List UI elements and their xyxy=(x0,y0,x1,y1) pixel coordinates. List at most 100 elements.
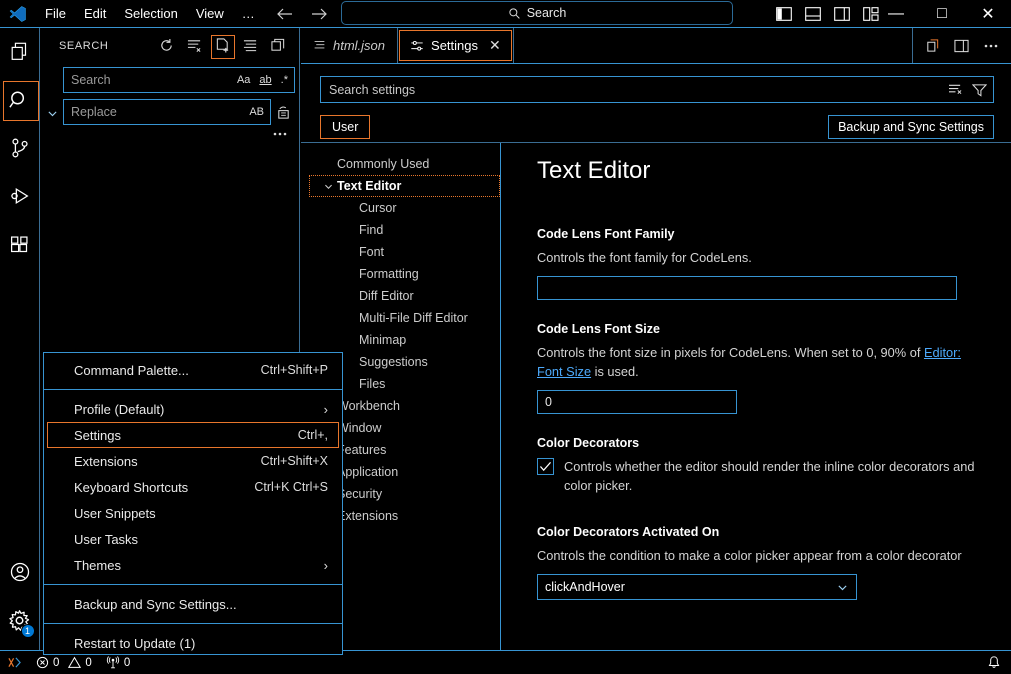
activitybar-item-run-and-debug[interactable] xyxy=(0,172,40,220)
menu-item-keyboard-shortcuts[interactable]: Keyboard Shortcuts Ctrl+K Ctrl+S xyxy=(44,474,342,500)
layout-controls xyxy=(776,0,879,28)
ellipsis-icon[interactable] xyxy=(268,131,292,137)
toc-item-commonly-used[interactable]: Commonly Used xyxy=(301,153,500,175)
filter-icon[interactable] xyxy=(972,83,987,97)
toggle-replace-button[interactable] xyxy=(41,67,63,137)
arrow-left-icon[interactable] xyxy=(276,7,296,21)
menu-item-user-tasks[interactable]: User Tasks xyxy=(44,526,342,552)
menu-item-user-snippets[interactable]: User Snippets xyxy=(44,500,342,526)
tab-settings[interactable]: Settings ✕ xyxy=(398,28,514,63)
settings-search-placeholder: Search settings xyxy=(329,82,416,97)
command-center-label: Search xyxy=(526,6,567,20)
menu-item-label: Settings xyxy=(74,427,121,443)
replace-all-icon[interactable] xyxy=(271,105,295,120)
toc-item-minimap[interactable]: Minimap xyxy=(301,329,500,351)
menu-item-profile[interactable]: Profile (Default) › xyxy=(44,396,342,422)
tab-label: html.json xyxy=(333,38,386,53)
minimize-button[interactable]: — xyxy=(873,0,919,28)
menu-more[interactable]: … xyxy=(233,0,264,28)
toc-item-find[interactable]: Find xyxy=(301,219,500,241)
color-decorators-checkbox-row: Controls whether the editor should rende… xyxy=(537,457,985,495)
menu-item-backup-and-sync-settings[interactable]: Backup and Sync Settings... xyxy=(44,591,342,617)
menu-item-settings[interactable]: Settings Ctrl+, xyxy=(44,422,342,448)
code-lens-font-family-input[interactable] xyxy=(537,276,957,300)
color-decorators-checkbox[interactable] xyxy=(537,458,554,475)
menu-item-keybinding: Ctrl+K Ctrl+S xyxy=(254,480,328,494)
toc-label: Minimap xyxy=(359,333,407,347)
sidebar-title: SEARCH xyxy=(59,39,109,52)
menu-item-command-palette[interactable]: Command Palette... Ctrl+Shift+P xyxy=(44,357,342,383)
chevron-right-icon: › xyxy=(323,557,328,573)
toggle-panel-icon[interactable] xyxy=(805,7,821,21)
clear-all-icon[interactable] xyxy=(185,37,203,55)
manage-badge: 1 xyxy=(20,624,35,638)
settings-scope-tab-user[interactable]: User xyxy=(320,114,371,139)
sidebar-header: SEARCH xyxy=(41,28,299,63)
arrow-right-icon[interactable] xyxy=(310,7,330,21)
toggle-primary-sidebar-icon[interactable] xyxy=(776,7,792,21)
use-regex-icon[interactable]: .* xyxy=(279,74,290,87)
toc-item-multi-file-diff-editor[interactable]: Multi-File Diff Editor xyxy=(301,307,500,329)
preserve-case-icon[interactable]: AB xyxy=(247,106,266,119)
match-case-icon[interactable]: Aa xyxy=(235,74,252,87)
menu-item-themes[interactable]: Themes › xyxy=(44,552,342,578)
menu-file[interactable]: File xyxy=(36,0,75,28)
ellipsis-icon[interactable] xyxy=(983,43,999,49)
code-lens-font-size-input[interactable]: 0 xyxy=(537,390,737,414)
menu-item-restart-to-update[interactable]: Restart to Update (1) xyxy=(44,630,342,656)
toc-item-cursor[interactable]: Cursor xyxy=(301,197,500,219)
bell-icon[interactable] xyxy=(987,655,1001,670)
menu-view[interactable]: View xyxy=(187,0,233,28)
settings-search-input[interactable]: Search settings xyxy=(320,76,994,103)
setting-title: Color Decorators Activated On xyxy=(537,525,720,539)
activitybar-item-search[interactable] xyxy=(0,76,40,124)
remote-window-button[interactable] xyxy=(0,651,29,674)
split-editor-icon[interactable] xyxy=(925,38,940,53)
tab-html-json[interactable]: html.json xyxy=(301,28,399,63)
close-button[interactable]: ✕ xyxy=(965,0,1011,28)
search-widget: Search Aa ab .* Replace AB xyxy=(41,63,299,137)
color-decorators-activated-on-select[interactable]: clickAndHover xyxy=(537,574,857,600)
maximize-button[interactable]: □ xyxy=(919,0,965,28)
toc-item-diff-editor[interactable]: Diff Editor xyxy=(301,285,500,307)
activitybar-item-manage[interactable]: 1 xyxy=(0,596,40,644)
activitybar-item-source-control[interactable] xyxy=(0,124,40,172)
menu-edit[interactable]: Edit xyxy=(75,0,115,28)
activitybar-item-accounts[interactable] xyxy=(0,548,40,596)
replace-input[interactable]: Replace AB xyxy=(63,99,271,125)
toc-item-font[interactable]: Font xyxy=(301,241,500,263)
menu-item-label: Themes xyxy=(74,557,121,573)
toc-label: Files xyxy=(359,377,386,391)
menu-selection[interactable]: Selection xyxy=(115,0,186,28)
new-search-editor-icon[interactable] xyxy=(211,34,235,59)
activitybar-item-extensions[interactable] xyxy=(0,220,40,268)
toc-label: Formatting xyxy=(359,267,419,281)
collapse-all-icon[interactable] xyxy=(269,37,287,55)
toc-label: Diff Editor xyxy=(359,289,414,303)
setting-title: Code Lens Font Family xyxy=(537,227,675,241)
backup-and-sync-settings-button[interactable]: Backup and Sync Settings xyxy=(828,114,994,139)
refresh-icon[interactable] xyxy=(157,37,175,55)
navigation-arrows xyxy=(276,7,330,21)
toc-label: Security xyxy=(337,487,383,501)
activitybar-item-explorer[interactable] xyxy=(0,28,40,76)
status-bar-right xyxy=(987,655,1011,670)
toc-item-text-editor[interactable]: Text Editor xyxy=(301,175,500,197)
clear-filter-icon[interactable] xyxy=(948,83,963,96)
search-input[interactable]: Search Aa ab .* xyxy=(63,67,295,93)
warning-icon xyxy=(68,656,82,669)
chevron-down-icon xyxy=(323,175,334,197)
menu-item-extensions[interactable]: Extensions Ctrl+Shift+X xyxy=(44,448,342,474)
match-whole-word-icon[interactable]: ab xyxy=(257,74,273,87)
tab-label: Settings xyxy=(431,38,479,53)
toc-item-formatting[interactable]: Formatting xyxy=(301,263,500,285)
close-icon[interactable]: ✕ xyxy=(489,37,501,54)
json-file-icon xyxy=(313,39,326,52)
secondary-sidebar-icon[interactable] xyxy=(954,39,969,53)
title-bar: File Edit Selection View … Search — □ ✕ xyxy=(0,0,1011,28)
replace-input-placeholder: Replace xyxy=(71,105,117,119)
command-center-search[interactable]: Search xyxy=(341,1,733,25)
toggle-secondary-sidebar-icon[interactable] xyxy=(834,7,850,21)
settings-search-actions xyxy=(948,83,987,97)
list-flat-icon[interactable] xyxy=(241,37,259,55)
